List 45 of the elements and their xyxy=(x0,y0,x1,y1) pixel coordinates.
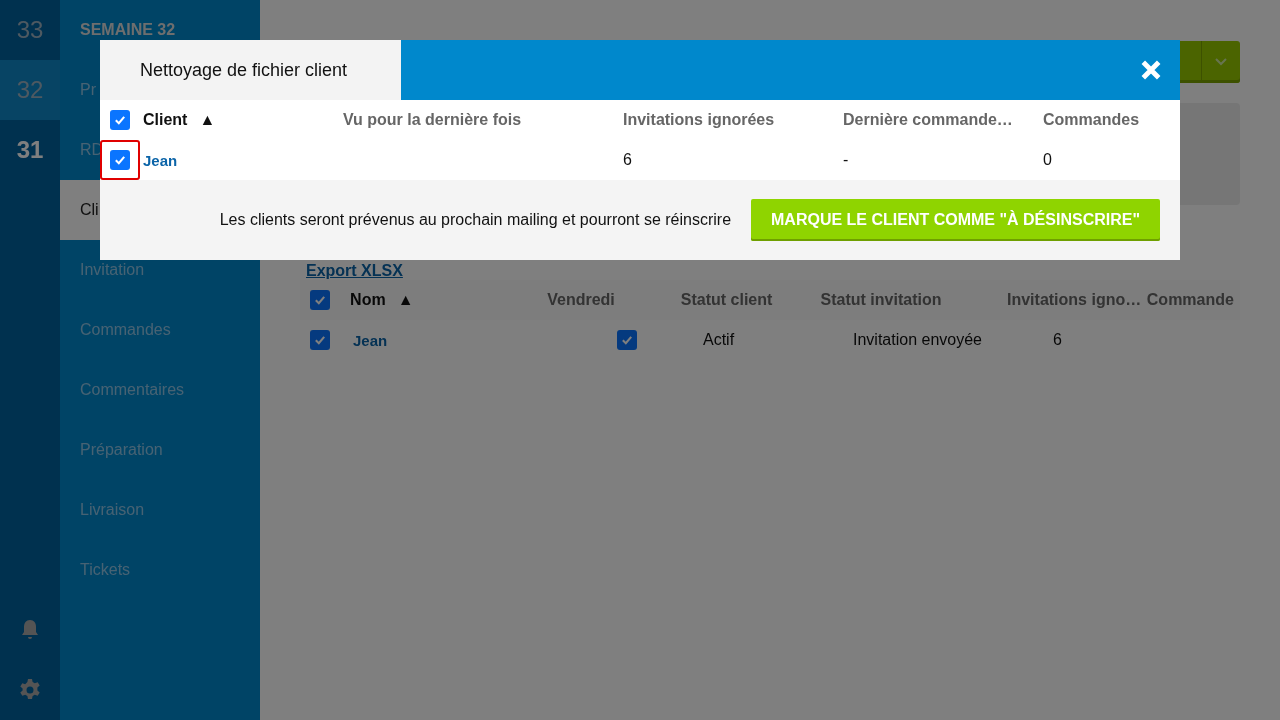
week-tab[interactable]: 31 xyxy=(0,120,60,180)
client-link[interactable]: Jean xyxy=(143,151,343,169)
week-title: SEMAINE 32 xyxy=(79,20,177,40)
checkmark-icon xyxy=(113,113,127,127)
column-header[interactable]: Vu pour la dernière fois xyxy=(343,111,623,129)
close-icon[interactable] xyxy=(1140,59,1162,81)
client-link[interactable]: Jean xyxy=(353,331,523,349)
checkmark-icon xyxy=(313,293,327,307)
table-cell-text: Actif xyxy=(703,331,736,349)
checkbox[interactable] xyxy=(110,110,130,130)
checkbox[interactable] xyxy=(110,150,130,170)
week-tab[interactable]: 33 xyxy=(0,0,60,60)
sort-arrow[interactable]: ▲ xyxy=(397,291,414,308)
table-cell-text: 6 xyxy=(623,151,633,169)
column-header[interactable]: Commande xyxy=(1146,291,1240,309)
checkbox[interactable] xyxy=(617,330,637,350)
column-header[interactable]: Nom ▲ xyxy=(350,291,509,309)
column-header[interactable]: Statut invitation xyxy=(820,291,1007,309)
nav-item[interactable]: Commandes xyxy=(60,300,260,360)
column-header[interactable]: Invitations igno… xyxy=(1007,291,1147,309)
sort-arrow[interactable]: ▲ xyxy=(199,111,216,128)
unsubscribe-button[interactable]: MARQUE LE CLIENT COMME "À DÉSINSCRIRE" xyxy=(751,199,1160,241)
settings-icon[interactable] xyxy=(18,678,42,702)
column-header[interactable]: Statut client xyxy=(680,291,821,309)
checkmark-icon xyxy=(113,153,127,167)
nav-item[interactable]: Commentaires xyxy=(60,360,260,420)
column-header[interactable]: Invitations ignorées xyxy=(623,111,843,129)
dialog-title: Nettoyage de fichier client xyxy=(100,40,401,100)
nav-item[interactable]: Livraison xyxy=(60,480,260,540)
column-header[interactable]: Commandes xyxy=(1043,111,1173,129)
export-link[interactable]: Export XLSX xyxy=(306,262,403,280)
column-header[interactable]: Client ▲ xyxy=(143,111,343,129)
table-cell-text: 0 xyxy=(1043,151,1053,169)
table-cell-text: Invitation envoyée xyxy=(853,331,983,349)
checkmark-icon xyxy=(313,333,327,347)
checkbox[interactable] xyxy=(310,330,330,350)
table-cell-text: - xyxy=(843,151,850,169)
table-cell-text: 6 xyxy=(1053,331,1063,349)
nav-item[interactable]: Préparation xyxy=(60,420,260,480)
column-header[interactable]: Dernière commande… xyxy=(843,111,1043,129)
column-header[interactable]: Vendredi xyxy=(508,291,615,309)
nav-item[interactable]: Tickets xyxy=(60,540,260,600)
checkmark-icon xyxy=(620,333,634,347)
info-text: Les clients seront prévenus au prochain mailing et pourront se réinscrire xyxy=(219,211,732,229)
checkbox[interactable] xyxy=(310,290,330,310)
